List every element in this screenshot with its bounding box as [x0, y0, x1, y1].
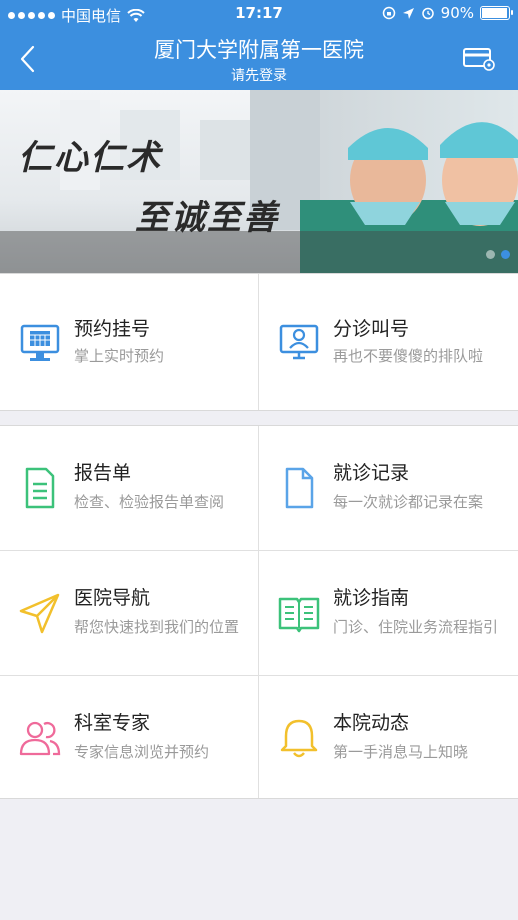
experts-desc: 专家信息浏览并预约: [74, 743, 210, 761]
user-monitor-icon: [279, 324, 319, 360]
hospital-news-button[interactable]: 本院动态 第一手消息马上知晓: [259, 676, 518, 798]
news-desc: 第一手消息马上知晓: [333, 743, 469, 761]
appointment-desc: 掌上实时预约: [74, 347, 165, 365]
open-book-icon: [278, 597, 320, 633]
services-grid: 报告单 检查、检验报告单查阅 就诊记录 每一次就诊都记录在案 医院导航 帮您快速…: [0, 425, 518, 799]
paper-plane-icon: [19, 593, 60, 634]
triage-queue-button[interactable]: 分诊叫号 再也不要傻傻的排队啦: [259, 274, 518, 410]
experts-title: 科室专家: [74, 712, 151, 734]
navigation-title: 医院导航: [74, 587, 151, 609]
page-title: 厦门大学附属第一医院: [154, 38, 364, 62]
promo-banner[interactable]: 仁心仁术 至诚至善: [0, 90, 518, 273]
visit-record-button[interactable]: 就诊记录 每一次就诊都记录在案: [259, 426, 518, 550]
report-document-icon: [25, 467, 55, 509]
experts-icon: [19, 721, 61, 756]
banner-pager[interactable]: [486, 250, 510, 259]
banner-slogan-line2: 至诚至善: [135, 198, 279, 238]
guide-title: 就诊指南: [333, 587, 410, 609]
alarm-icon: [421, 7, 434, 20]
card-settings-icon[interactable]: [462, 46, 496, 72]
guide-desc: 门诊、住院业务流程指引: [333, 618, 499, 636]
visit-record-title: 就诊记录: [333, 462, 410, 484]
pager-dot[interactable]: [486, 250, 495, 259]
visit-guide-button[interactable]: 就诊指南 门诊、住院业务流程指引: [259, 551, 518, 675]
pager-dot-active[interactable]: [501, 250, 510, 259]
report-title: 报告单: [74, 462, 132, 484]
report-desc: 检查、检验报告单查阅: [74, 493, 225, 511]
bell-icon: [280, 719, 318, 758]
rotation-lock-icon: [382, 6, 395, 20]
appointment-button[interactable]: 预约挂号 掌上实时预约: [0, 274, 258, 410]
battery-icon: [480, 6, 513, 20]
navigation-bar: 厦门大学附属第一医院 请先登录: [0, 28, 518, 90]
hospital-navigation-button[interactable]: 医院导航 帮您快速找到我们的位置: [0, 551, 258, 675]
calendar-monitor-icon: [20, 324, 60, 361]
triage-desc: 再也不要傻傻的排队啦: [333, 347, 484, 365]
login-prompt[interactable]: 请先登录: [0, 65, 518, 85]
location-icon: [402, 7, 414, 19]
triage-title: 分诊叫号: [333, 318, 410, 340]
top-services-panel: 预约挂号 掌上实时预约 分诊叫号 再也不要傻傻的排队啦: [0, 273, 518, 411]
appointment-title: 预约挂号: [74, 318, 151, 340]
file-icon: [285, 467, 314, 509]
department-experts-button[interactable]: 科室专家 专家信息浏览并预约: [0, 676, 258, 798]
visit-record-desc: 每一次就诊都记录在案: [333, 493, 484, 511]
news-title: 本院动态: [333, 712, 410, 734]
status-bar: 中国电信 17:17 90%: [0, 0, 518, 28]
banner-slogan-line1: 仁心仁术: [18, 138, 162, 178]
battery-percent: 90%: [440, 4, 474, 22]
navigation-desc: 帮您快速找到我们的位置: [74, 618, 240, 636]
report-button[interactable]: 报告单 检查、检验报告单查阅: [0, 426, 258, 550]
